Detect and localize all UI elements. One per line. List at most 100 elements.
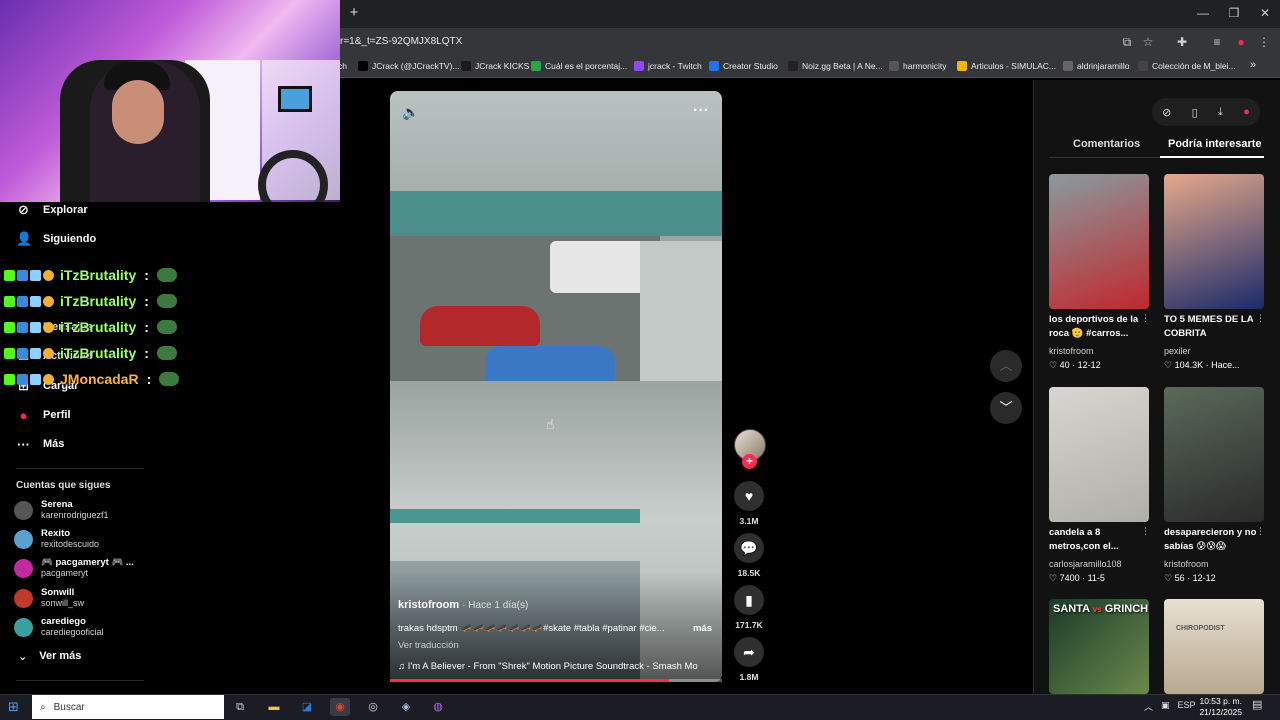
tab-comments[interactable]: Comentarios [1073,138,1140,150]
account-username: sonwill_sw [41,598,85,608]
media-control-icon[interactable]: ≡ [1209,34,1225,50]
nav-profile[interactable]: ● Perfil [16,404,71,426]
profile-icon[interactable]: ● [1233,34,1249,50]
like-button[interactable]: ♥ [734,481,764,511]
bookmark-item[interactable]: harmonicity [889,61,946,71]
tab-suggested[interactable]: Podría interesarte [1168,138,1262,150]
chrome-icon[interactable]: ◉ [330,698,350,716]
nav-more[interactable]: ··· Más [16,433,64,455]
extensions-icon[interactable]: ✚ [1174,34,1190,50]
windows-start-icon[interactable]: ⊞ [8,699,19,715]
bookmark-item[interactable]: jcrack - Twitch [634,61,702,71]
bookmark-item[interactable]: JCrack (@JCrackTV)... [358,61,460,71]
bookmark-favicon-icon [634,61,644,71]
suggested-thumbnail[interactable] [1049,387,1149,522]
volume-icon[interactable]: 🔊 [402,104,419,121]
video-player[interactable] [390,91,722,682]
suggested-author[interactable]: carlosjaramillo108 [1049,559,1122,569]
menu-icon[interactable]: ⋮ [1256,34,1272,50]
system-tray: ︿ ▣ ESP [1144,700,1196,713]
next-video-button[interactable]: ﹀ [990,392,1022,424]
app-icon[interactable]: ◍ [428,698,448,716]
obs-icon[interactable]: ◎ [363,698,383,716]
suggested-author[interactable]: pexiler [1164,346,1191,356]
suggested-title[interactable]: candela a 8 metros,con el... [1049,526,1147,554]
url-text[interactable]: r=1&_t=ZS-92QMJX8LQTX [340,36,462,47]
minimize-icon[interactable]: — [1188,4,1218,22]
see-more-button[interactable]: ⌄ Ver más [18,650,81,663]
profile-icon[interactable]: ● [1243,106,1250,118]
comment-button[interactable]: 💬 [734,533,764,563]
more-options-icon[interactable]: ⋮ [1256,313,1265,324]
following-account-item[interactable]: carediego carediegooficial [14,616,104,638]
share-button[interactable]: ➦ [734,637,764,667]
bookmark-label: Cuál es el porcentaj... [545,61,628,71]
bookmark-item[interactable]: JCrack KICKS [461,61,529,71]
suggested-title[interactable]: desaparecieron y no sabías 😰😰😱 [1164,526,1262,554]
follow-plus-icon[interactable]: + [742,454,757,469]
suggested-author[interactable]: kristofroom [1049,346,1094,356]
file-explorer-icon[interactable]: ▬ [264,698,284,716]
save-button[interactable]: ▮ [734,585,764,615]
following-account-item[interactable]: 🎮 pacgameryt 🎮 ... pacgameryt [14,557,134,579]
system-clock[interactable]: 10:53 p. m. 21/12/2025 [1198,696,1242,718]
suggested-thumbnail[interactable] [1049,174,1149,309]
more-options-icon[interactable]: ⋮ [1256,526,1265,537]
suggested-thumbnail[interactable] [1164,174,1264,309]
tray-chevron-icon[interactable]: ︿ [1144,700,1153,713]
video-music[interactable]: ♫ I'm A Believer - From "Shrek" Motion P… [398,661,714,672]
video-author-name[interactable]: kristofroom [398,599,459,611]
download-icon[interactable]: ⤓ [1218,106,1223,119]
suggested-stats: ♡ 104.3K · Hace... [1164,360,1240,370]
install-app-icon[interactable]: ⧉ [1119,34,1135,50]
bookmark-favicon-icon [709,61,719,71]
video-author[interactable]: kristofroom · Hace 1 día(s) [398,599,528,611]
nav-explore[interactable]: ⊘ Explorar [16,199,88,221]
bookmarks-overflow-icon[interactable]: » [1250,59,1256,71]
restore-icon[interactable]: ❐ [1219,4,1249,22]
network-icon[interactable]: ▣ [1161,700,1170,713]
close-icon[interactable]: ✕ [1250,4,1280,22]
account-username: karenrodriguezf1 [41,510,109,520]
bookmark-item[interactable]: Creator Studio [709,61,778,71]
thumb-text: vs [1092,605,1102,614]
translate-link[interactable]: Ver traducción [398,640,459,651]
suggested-title[interactable]: los deportivos de la roca 🫡 #carros... [1049,313,1147,341]
bookmark-item[interactable]: Cuál es el porcentaj... [531,61,627,71]
video-progress-bar[interactable] [390,679,722,682]
language-indicator[interactable]: ESP [1178,700,1196,713]
bookmark-item[interactable]: aldrinjaramillo [1063,61,1129,71]
suggested-thumbnail[interactable] [1164,387,1264,522]
suggested-thumbnail[interactable]: SANTA vs GRINCH [1049,599,1149,694]
compass-icon[interactable]: ⊘ [1162,106,1171,119]
task-view-icon[interactable]: ⧉ [230,698,250,716]
see-more-label: Ver más [39,650,82,662]
caption-more-button[interactable]: más [693,623,712,634]
following-account-item[interactable]: Rexito rexitodescuido [14,528,99,550]
phone-icon[interactable]: ▯ [1192,106,1198,119]
previous-video-button[interactable]: ︿ [990,350,1022,382]
suggested-thumbnail[interactable]: CHIROPODIST [1164,599,1264,694]
steam-icon[interactable]: ◈ [396,698,416,716]
following-account-item[interactable]: Serena karenrodriguezf1 [14,499,109,521]
bookmark-star-icon[interactable]: ☆ [1140,34,1156,50]
comment-count: 18.5K [737,568,761,578]
bookmark-label: JCrack (@JCrackTV)... [372,61,460,71]
bookmark-item[interactable]: Noiz.gg Beta | A Ne... [788,61,883,71]
nav-label: Más [43,438,65,450]
notifications-icon[interactable]: ▤ [1252,698,1262,711]
suggested-title[interactable]: TO 5 MEMES DE LA COBRITA [1164,313,1262,341]
following-account-item[interactable]: Sonwill sonwill_sw [14,587,84,609]
taskbar-search[interactable]: ⌕ Buscar [32,695,224,719]
bookmark-favicon-icon [957,61,967,71]
outlook-icon[interactable]: ◪ [297,698,317,716]
suggested-author[interactable]: kristofroom [1164,559,1209,569]
gift-badge-icon [30,295,41,307]
more-options-icon[interactable]: ⋮ [1141,313,1150,324]
video-options-icon[interactable]: ··· [693,102,709,120]
bookmark-item[interactable]: Colección de M_blei... [1138,61,1236,71]
more-options-icon[interactable]: ⋮ [1141,526,1150,537]
new-tab-button[interactable]: + [346,5,362,21]
bookmark-item[interactable]: Articulos - SIMULAC... [957,61,1056,71]
nav-following[interactable]: 👤 Siguiendo [16,228,96,250]
